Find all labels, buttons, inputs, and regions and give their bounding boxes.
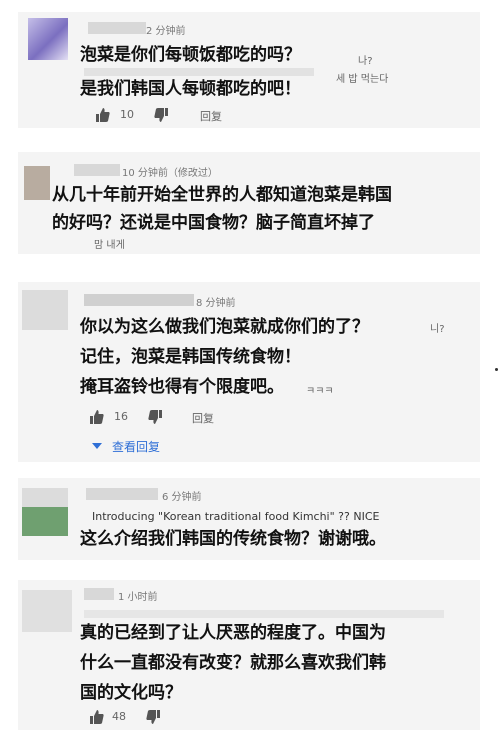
thumbs-up-icon[interactable] (90, 710, 104, 724)
view-replies-link[interactable]: 查看回复 (112, 438, 160, 455)
thumbs-down-icon[interactable] (148, 410, 162, 424)
username-blurred[interactable] (84, 588, 114, 600)
comment-text-line: 国的文化吗？ (80, 683, 182, 703)
thumbs-down-icon[interactable] (154, 108, 168, 122)
avatar[interactable] (24, 166, 50, 200)
comment-text-line: 记住，泡菜是韩国传统食物！ (80, 347, 301, 367)
avatar[interactable] (22, 290, 68, 330)
comment-timestamp: 1 小时前 (118, 592, 158, 603)
comment-text-line: 真的已经到了让人厌恶的程度了。中国为 (80, 623, 386, 643)
avatar[interactable] (22, 590, 72, 632)
comment-card-3 (18, 282, 480, 462)
comment-text-line: 泡菜是你们每顿饭都吃的吗？ (80, 45, 301, 65)
comment-actions: 48 (90, 710, 210, 726)
comment-actions: 10 回复 (96, 108, 256, 124)
comment-actions: 16 回复 (90, 410, 250, 426)
username-blurred[interactable] (86, 488, 158, 500)
comment-text-line: 什么一直都没有改变？就那么喜欢我们韩 (80, 653, 386, 673)
username-blurred[interactable] (74, 164, 120, 176)
korean-original-text: 맘 내게 (94, 240, 125, 251)
username-blurred[interactable] (88, 22, 146, 34)
reply-button[interactable]: 回复 (200, 108, 222, 124)
comment-text-line: 的好吗？还说是中国食物？脑子简直坏掉了 (52, 213, 375, 233)
korean-original-text: 세 밥 먹는다 (336, 74, 389, 85)
reply-button[interactable]: 回复 (192, 410, 214, 426)
comment-timestamp: 10 分钟前（修改过） (122, 168, 218, 179)
comment-text-line: 你以为这么做我们泡菜就成你们的了？ (80, 317, 369, 337)
avatar[interactable] (28, 18, 68, 60)
comment-timestamp: 6 分钟前 (162, 492, 202, 503)
comment-text-line: 是我们韩国人每顿都吃的吧！ (80, 79, 301, 99)
korean-original-blurred (84, 68, 314, 76)
korean-original-text: 니? (430, 324, 445, 335)
like-count: 48 (112, 710, 126, 723)
comment-text-line: 从几十年前开始全世界的人都知道泡菜是韩国 (52, 185, 392, 205)
username-blurred[interactable] (84, 294, 194, 306)
korean-original-text: ㅋㅋㅋ (306, 386, 334, 397)
comment-timestamp: 2 分钟前 (146, 26, 186, 37)
comment-text-line: 掩耳盗铃也得有个限度吧。 (80, 377, 284, 397)
thumbs-up-icon[interactable] (90, 410, 104, 424)
chevron-down-icon[interactable] (92, 442, 102, 450)
thumbs-down-icon[interactable] (146, 710, 160, 724)
korean-original-text: 나? (358, 56, 373, 67)
korean-original-blurred (84, 610, 444, 618)
comment-text-line: 这么介绍我们韩国的传统食物？谢谢哦。 (80, 529, 386, 549)
thumbs-up-icon[interactable] (96, 108, 110, 122)
edge-dot (495, 368, 498, 371)
like-count: 16 (114, 410, 128, 423)
comment-timestamp: 8 分钟前 (196, 298, 236, 309)
like-count: 10 (120, 108, 134, 121)
avatar[interactable] (22, 488, 68, 536)
original-english-text: Introducing "Korean traditional food Kim… (92, 510, 380, 523)
